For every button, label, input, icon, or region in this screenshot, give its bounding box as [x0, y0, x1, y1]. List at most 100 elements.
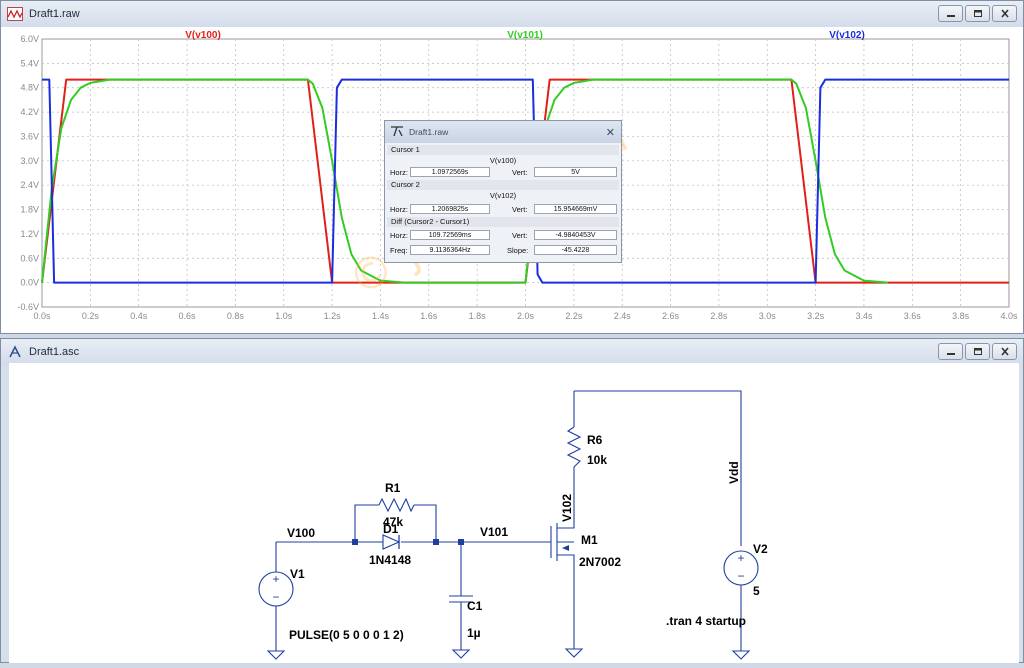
waveform-window-titlebar[interactable]: Draft1.raw — [1, 1, 1023, 27]
r6-value[interactable]: 10k — [587, 453, 607, 467]
schematic-window-titlebar[interactable]: Draft1.asc — [1, 339, 1023, 365]
trace-label-v101[interactable]: V(v101) — [507, 30, 543, 41]
simulation-directive[interactable]: .tran 4 startup — [666, 614, 746, 628]
junction-dot — [458, 539, 464, 545]
x-tick-label: 3.6s — [904, 311, 922, 321]
y-tick-label: 0.6V — [20, 253, 39, 263]
slope-field[interactable]: -45.4228 — [534, 245, 617, 255]
d1-name[interactable]: D1 — [383, 522, 399, 536]
x-tick-label: 3.2s — [807, 311, 825, 321]
v2-name[interactable]: V2 — [753, 542, 768, 556]
cursor1-horz-label: Horz: — [390, 168, 408, 177]
restore-icon — [973, 10, 982, 17]
freq-field[interactable]: 9.1136364Hz — [410, 245, 490, 255]
trace-label-v102[interactable]: V(v102) — [829, 30, 865, 41]
y-tick-label: 4.8V — [20, 83, 39, 93]
wire-r1-right[interactable] — [414, 504, 437, 542]
x-tick-label: 1.0s — [275, 311, 293, 321]
y-tick-label: 1.2V — [20, 229, 39, 239]
r1-name[interactable]: R1 — [385, 481, 401, 495]
diff-vert-label: Vert: — [512, 231, 528, 240]
restore-button[interactable] — [965, 5, 990, 22]
v2-minus-sign: − — [737, 569, 744, 583]
diff-horz-field[interactable]: 109.72569ms — [410, 230, 490, 240]
resistor-r1[interactable] — [378, 497, 415, 513]
v1-name[interactable]: V1 — [290, 567, 305, 581]
c1-name[interactable]: C1 — [467, 599, 483, 613]
schematic-canvas[interactable]: + − + − R1 47k D1 1N4148 V100 V101 V1 PU… — [9, 363, 1019, 663]
diff-section: Diff (Cursor2 - Cursor1) — [387, 217, 619, 227]
x-tick-label: 2.0s — [517, 311, 535, 321]
net-label-v101[interactable]: V101 — [480, 525, 508, 539]
ground-symbol — [266, 650, 286, 660]
waveform-app-icon — [7, 7, 23, 21]
cursor-dialog-title: Draft1.raw — [409, 127, 449, 137]
schematic-app-icon — [9, 345, 21, 358]
y-tick-label: 1.8V — [20, 205, 39, 215]
r6-name[interactable]: R6 — [587, 433, 603, 447]
x-tick-label: 0.6s — [179, 311, 197, 321]
resistor-r6[interactable] — [566, 426, 582, 468]
minimize-button[interactable] — [938, 5, 963, 22]
minimize-button[interactable] — [938, 343, 963, 360]
wire-r1-left[interactable] — [354, 504, 379, 542]
x-tick-label: 2.8s — [710, 311, 728, 321]
y-tick-label: 3.6V — [20, 131, 39, 141]
cursor-dialog-close-icon[interactable]: ✕ — [606, 126, 615, 139]
minimize-icon — [946, 14, 955, 17]
cursor2-vert-label: Vert: — [512, 205, 528, 214]
y-tick-label: 0.0V — [20, 278, 39, 288]
net-label-vdd[interactable]: Vdd — [727, 461, 741, 484]
x-tick-label: 2.2s — [565, 311, 583, 321]
x-tick-label: 3.8s — [952, 311, 970, 321]
junction-dot — [352, 539, 358, 545]
cursor1-trace: V(v100) — [489, 156, 517, 165]
ltspice-icon — [391, 126, 403, 137]
x-tick-label: 0.8s — [227, 311, 245, 321]
c1-value[interactable]: 1µ — [467, 626, 481, 640]
cursor2-horz-field[interactable]: 1.2069825s — [410, 204, 490, 214]
m1-name[interactable]: M1 — [581, 533, 598, 547]
y-tick-label: 2.4V — [20, 180, 39, 190]
m1-model[interactable]: 2N7002 — [579, 555, 621, 569]
mosfet-arrow — [562, 545, 569, 551]
v2-plus-sign: + — [737, 551, 744, 565]
diff-horz-label: Horz: — [390, 231, 408, 240]
x-tick-label: 0.4s — [130, 311, 148, 321]
restore-button[interactable] — [965, 343, 990, 360]
ground-symbol — [731, 650, 751, 660]
v1-plus-sign: + — [272, 572, 279, 586]
trace-label-v100[interactable]: V(v100) — [185, 30, 221, 41]
cursor1-horz-field[interactable]: 1.0972569s — [410, 167, 490, 177]
close-icon — [1000, 9, 1009, 18]
schematic-drawing[interactable]: + − + − R1 47k D1 1N4148 V100 V101 V1 PU… — [9, 363, 1019, 663]
wire-vdd-top[interactable] — [574, 390, 742, 546]
x-tick-label: 2.4s — [614, 311, 632, 321]
d1-model[interactable]: 1N4148 — [369, 553, 411, 567]
close-button[interactable] — [992, 5, 1017, 22]
cursor-dialog[interactable]: Draft1.raw ✕ Cursor 1 V(v100) Horz: 1.09… — [384, 120, 622, 263]
close-button[interactable] — [992, 343, 1017, 360]
net-label-v102[interactable]: V102 — [560, 494, 574, 522]
x-tick-label: 1.2s — [324, 311, 342, 321]
x-tick-label: 3.0s — [759, 311, 777, 321]
x-tick-label: 1.4s — [372, 311, 390, 321]
cursor2-vert-field[interactable]: 15.954669mV — [534, 204, 617, 214]
cursor1-vert-field[interactable]: 5V — [534, 167, 617, 177]
x-tick-label: 1.6s — [420, 311, 438, 321]
ground-symbol — [451, 649, 471, 659]
x-tick-label: 3.4s — [855, 311, 873, 321]
x-tick-label: 1.8s — [469, 311, 487, 321]
waveform-window-title: Draft1.raw — [29, 8, 80, 20]
diode-d1[interactable] — [382, 534, 401, 550]
cursor1-vert-label: Vert: — [512, 168, 528, 177]
slope-label: Slope: — [507, 246, 529, 255]
net-label-v100[interactable]: V100 — [287, 526, 315, 540]
cursor-dialog-titlebar[interactable]: Draft1.raw ✕ — [385, 121, 621, 143]
x-tick-label: 4.0s — [1000, 311, 1018, 321]
v1-value[interactable]: PULSE(0 5 0 0 0 1 2) — [289, 628, 404, 642]
v2-value[interactable]: 5 — [753, 584, 760, 598]
x-tick-label: 2.6s — [662, 311, 680, 321]
y-tick-label: 3.0V — [20, 156, 39, 166]
diff-vert-field[interactable]: -4.9840453V — [534, 230, 617, 240]
